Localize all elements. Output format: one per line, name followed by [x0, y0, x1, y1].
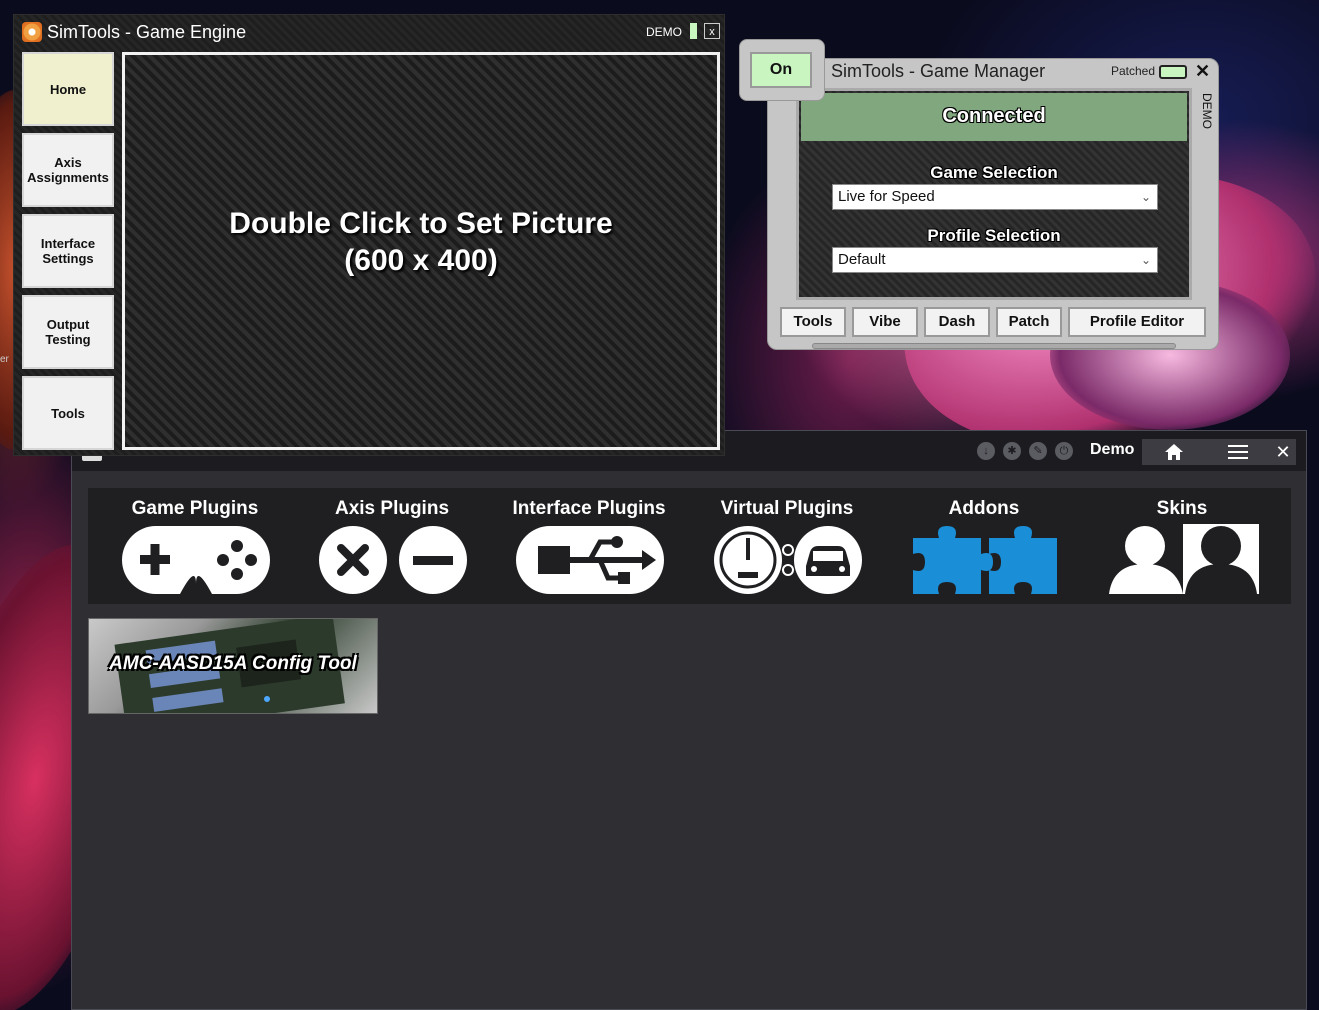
plugin-label: Skins — [1156, 498, 1208, 519]
patch-button[interactable]: Patch — [996, 307, 1062, 337]
profile-selection-label: Profile Selection — [927, 226, 1061, 245]
puzzle-icon — [913, 526, 1057, 594]
engine-status-flag — [690, 23, 697, 39]
picture-prompt-line2: (600 x 400) — [344, 244, 498, 277]
connection-status: Connected — [801, 93, 1187, 141]
sidebar-output-testing[interactable]: Output Testing — [22, 295, 114, 369]
vibe-button[interactable]: Vibe — [852, 307, 918, 337]
sidebar-home[interactable]: Home — [22, 52, 114, 126]
game-engine-window: SimTools - Game Engine DEMO x Home Axis … — [13, 14, 725, 456]
desktop-text-fragment: er — [0, 354, 9, 365]
manager-close-button[interactable]: ✕ — [1195, 61, 1210, 82]
engine-title: SimTools - Game Engine — [47, 22, 247, 42]
game-selection-value: Live for Speed — [838, 188, 935, 205]
on-toggle-button[interactable]: On — [750, 52, 812, 88]
game-selection-dropdown[interactable]: Live for Speed ⌄ — [832, 184, 1158, 210]
sidebar-tools[interactable]: Tools — [22, 376, 114, 450]
home-icon — [1165, 444, 1183, 460]
sidebar-axis-assignments[interactable]: Axis Assignments — [22, 133, 114, 207]
picture-prompt: Double Click to Set Picture (600 x 400) — [125, 205, 717, 279]
edit-icon[interactable]: ✎ — [1029, 442, 1047, 460]
plugin-axis[interactable]: Axis Plugins — [292, 488, 492, 604]
chevron-down-icon: ⌄ — [1140, 190, 1151, 204]
demo-label: Demo — [1090, 441, 1135, 458]
gauge-car-icon — [714, 526, 862, 594]
patched-label: Patched — [1111, 64, 1156, 78]
profile-selection-dropdown[interactable]: Default ⌄ — [832, 247, 1158, 273]
manager-title: SimTools - Game Manager — [831, 61, 1046, 81]
patched-indicator — [1159, 65, 1187, 79]
chevron-down-icon: ⌄ — [1140, 253, 1151, 267]
dash-button[interactable]: Dash — [924, 307, 990, 337]
plugin-virtual[interactable]: Virtual Plugins — [687, 488, 887, 604]
game-selection-label: Game Selection — [930, 163, 1058, 182]
addon-tile-label: AMC-AASD15A Config Tool — [109, 653, 357, 674]
profile-editor-button[interactable]: Profile Editor — [1068, 307, 1206, 337]
settings-gear-icon[interactable]: ✱ — [1003, 442, 1021, 460]
plugin-addons[interactable]: Addons — [884, 488, 1084, 604]
plugin-skins[interactable]: Skins — [1082, 488, 1282, 604]
profile-selection-value: Default — [838, 251, 886, 268]
download-icon[interactable]: ↓ — [977, 442, 995, 460]
engine-close-button[interactable]: x — [704, 23, 720, 39]
simtools-logo-icon — [22, 22, 42, 42]
plugin-label: Game Plugins — [131, 498, 259, 519]
menu-button[interactable] — [1206, 439, 1270, 465]
menu-icon — [1228, 445, 1248, 459]
addon-tile-amc-config[interactable]: AMC-AASD15A Config Tool — [88, 618, 378, 714]
main-window: ↓ ✱ ✎ ⏻ Demo ✕ Game Plugins Axis Plugins… — [71, 430, 1307, 1010]
sidebar-interface-settings[interactable]: Interface Settings — [22, 214, 114, 288]
plugin-label: Interface Plugins — [512, 498, 666, 519]
plugin-label: Virtual Plugins — [720, 498, 854, 519]
plugin-interface[interactable]: Interface Plugins — [489, 488, 689, 604]
home-button[interactable] — [1142, 439, 1206, 465]
manager-demo-label: DEMO — [1200, 93, 1214, 129]
plugin-label: Addons — [948, 498, 1020, 519]
close-button[interactable]: ✕ — [1270, 439, 1296, 465]
plugin-game[interactable]: Game Plugins — [95, 488, 295, 604]
gamepad-icon — [122, 526, 270, 594]
game-manager-window: SimTools - Game Manager Patched ✕ DEMO C… — [767, 58, 1219, 350]
manager-scrollbar[interactable] — [812, 343, 1176, 349]
power-icon[interactable]: ⏻ — [1055, 442, 1073, 460]
user-icon — [1109, 524, 1259, 594]
on-toggle-frame: On — [739, 39, 825, 101]
plugin-bar: Game Plugins Axis Plugins Interface Plug… — [88, 488, 1291, 604]
usb-icon — [516, 526, 664, 594]
manager-panel: Connected Game Selection Live for Speed … — [796, 88, 1192, 300]
axis-icon — [319, 526, 467, 594]
engine-demo-label: DEMO — [646, 25, 682, 39]
plugin-label: Axis Plugins — [334, 498, 450, 519]
picture-area[interactable]: Double Click to Set Picture (600 x 400) — [122, 52, 720, 450]
tools-button[interactable]: Tools — [780, 307, 846, 337]
picture-prompt-line1: Double Click to Set Picture — [229, 207, 613, 240]
